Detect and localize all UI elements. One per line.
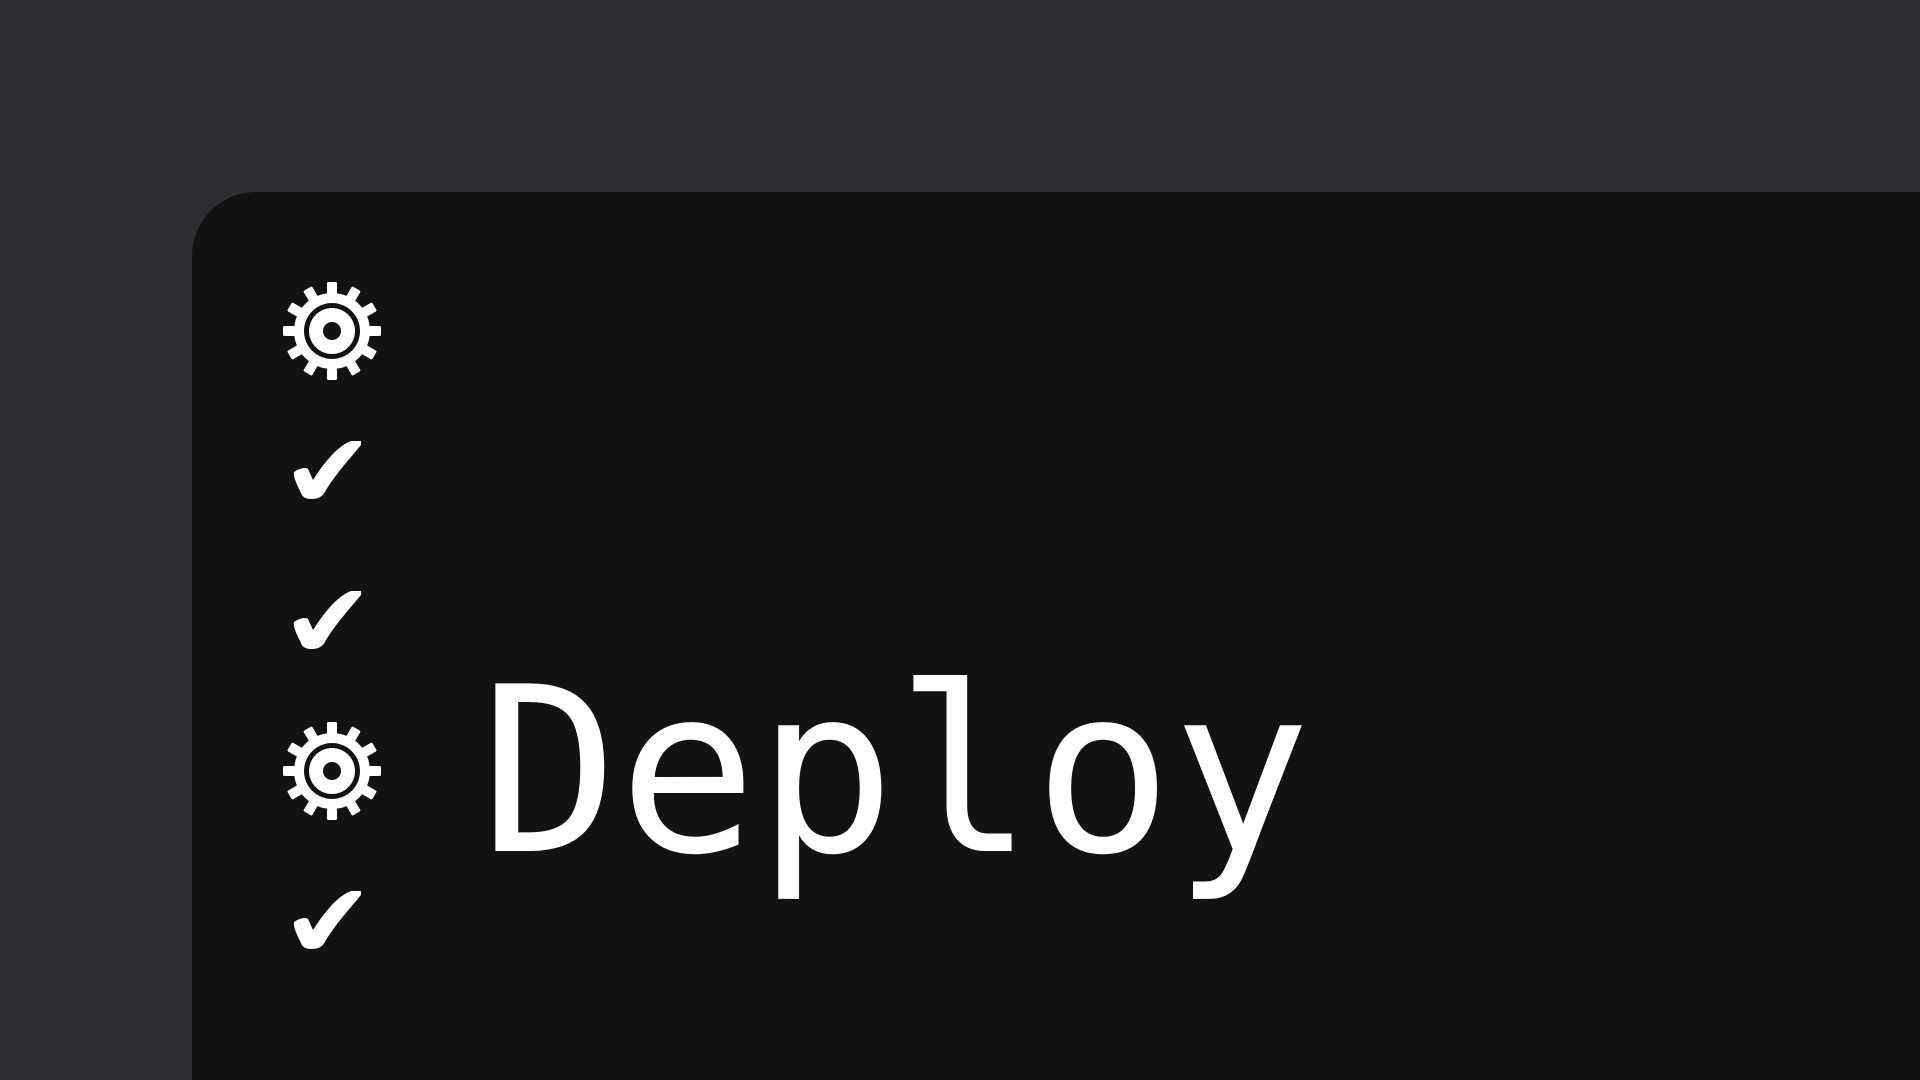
check-icon xyxy=(293,891,361,949)
gear-icon xyxy=(283,282,381,380)
step-label: Deploy xyxy=(480,639,1311,906)
pipeline-step-1 xyxy=(192,280,1920,430)
check-icon xyxy=(293,441,361,499)
pipeline-step-5 xyxy=(192,880,1920,1030)
terminal-panel: Deploy xyxy=(192,192,1920,1080)
check-icon xyxy=(293,591,361,649)
gear-icon xyxy=(283,722,381,820)
pipeline-step-2 xyxy=(192,430,1920,580)
pipeline-step-4: Deploy xyxy=(192,658,1920,888)
